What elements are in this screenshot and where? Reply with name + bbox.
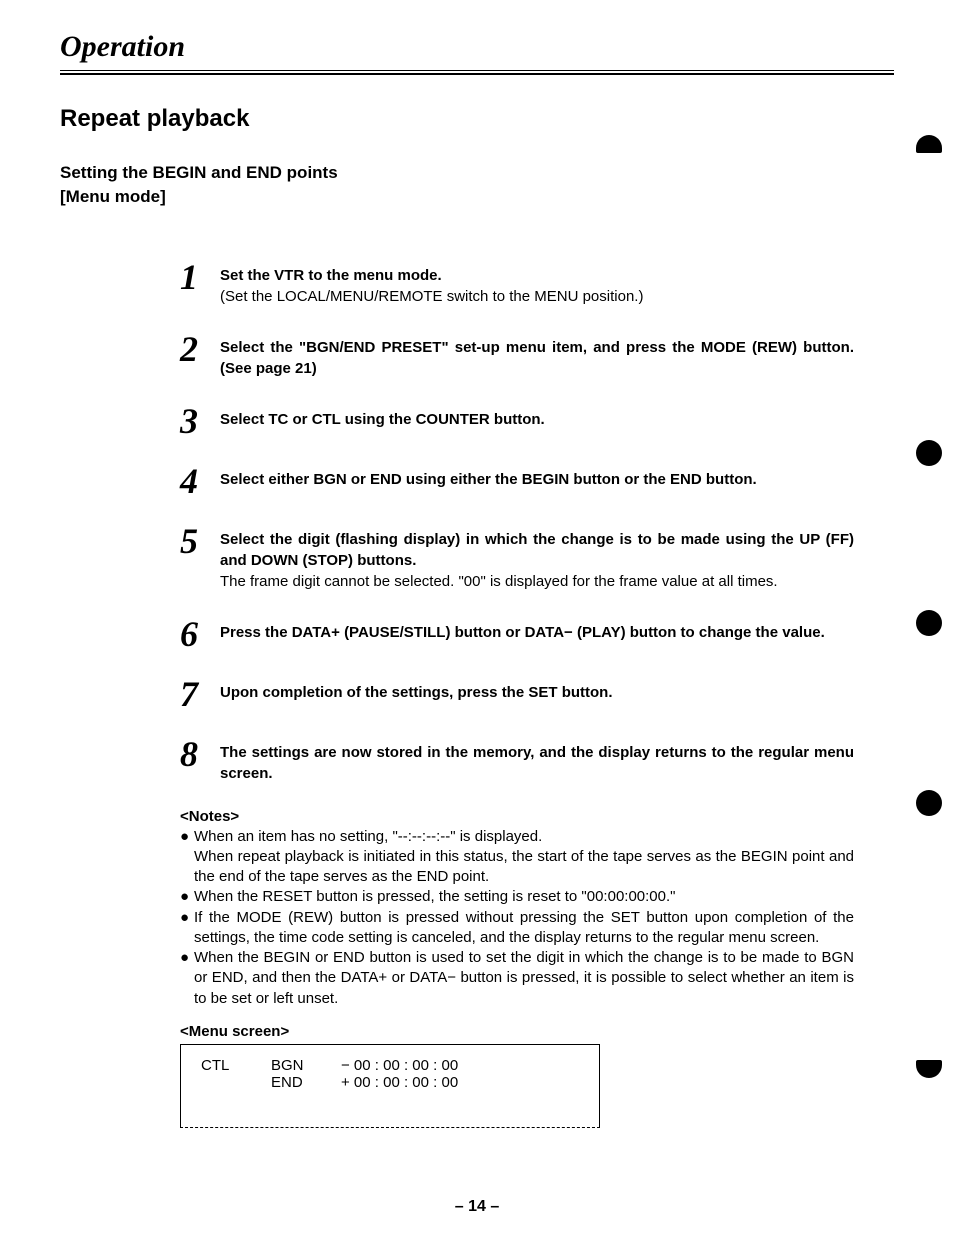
menu-cell: + 00 : 00 : 00 : 00 — [341, 1074, 579, 1091]
note-text: When an item has no setting, "--:--:--:-… — [194, 828, 542, 845]
step-number: 5 — [180, 523, 220, 559]
note-text: When the BEGIN or END button is used to … — [194, 949, 854, 1007]
subsubsection-line1: Setting the BEGIN and END points — [60, 163, 338, 182]
menu-row: END + 00 : 00 : 00 : 00 — [201, 1074, 579, 1091]
step-bold-text: Select the "BGN/END PRESET" set-up menu … — [220, 339, 854, 377]
step-item: 8 The settings are now stored in the mem… — [180, 736, 854, 784]
step-item: 3 Select TC or CTL using the COUNTER but… — [180, 403, 854, 439]
binder-hole-icon — [916, 440, 942, 466]
step-bold-text: Upon completion of the settings, press t… — [220, 684, 613, 701]
note-text: If the MODE (REW) button is pressed with… — [194, 909, 854, 946]
notes-heading: <Notes> — [180, 808, 854, 825]
bullet-icon: ● — [180, 827, 194, 847]
steps-list: 1 Set the VTR to the menu mode. (Set the… — [180, 259, 854, 784]
step-number: 3 — [180, 403, 220, 439]
section-title: Operation — [60, 30, 894, 64]
step-number: 6 — [180, 616, 220, 652]
binder-hole-icon — [916, 1060, 942, 1078]
bullet-icon: ● — [180, 908, 194, 928]
binder-hole-icon — [916, 790, 942, 816]
subsection-title: Repeat playback — [60, 105, 894, 133]
note-text: When the RESET button is pressed, the se… — [194, 888, 675, 905]
divider — [60, 70, 894, 75]
step-item: 2 Select the "BGN/END PRESET" set-up men… — [180, 331, 854, 379]
subsubsection-line2: [Menu mode] — [60, 187, 166, 206]
step-item: 4 Select either BGN or END using either … — [180, 463, 854, 499]
binder-hole-icon — [916, 135, 942, 153]
note-item: ● When an item has no setting, "--:--:--… — [180, 827, 854, 888]
step-number: 7 — [180, 676, 220, 712]
step-bold-text: Set the VTR to the menu mode. — [220, 267, 442, 284]
note-item: ● When the BEGIN or END button is used t… — [180, 948, 854, 1009]
step-item: 7 Upon completion of the settings, press… — [180, 676, 854, 712]
page-number: – 14 – — [60, 1198, 894, 1216]
menu-cell: CTL — [201, 1057, 271, 1074]
notes-block: <Notes> ● When an item has no setting, "… — [180, 808, 854, 1009]
step-bold-text: The settings are now stored in the memor… — [220, 744, 854, 782]
step-number: 4 — [180, 463, 220, 499]
menu-cell: END — [271, 1074, 341, 1091]
menu-cell: BGN — [271, 1057, 341, 1074]
menu-cell — [201, 1074, 271, 1091]
step-plain-text: (Set the LOCAL/MENU/REMOTE switch to the… — [220, 288, 643, 305]
step-item: 1 Set the VTR to the menu mode. (Set the… — [180, 259, 854, 307]
bullet-icon: ● — [180, 948, 194, 968]
step-plain-text: The frame digit cannot be selected. "00"… — [220, 573, 778, 590]
step-bold-text: Select TC or CTL using the COUNTER butto… — [220, 411, 545, 428]
bullet-icon: ● — [180, 887, 194, 907]
step-bold-text: Select either BGN or END using either th… — [220, 471, 757, 488]
menu-row: CTL BGN − 00 : 00 : 00 : 00 — [201, 1057, 579, 1074]
menu-screen-heading: <Menu screen> — [180, 1023, 894, 1040]
step-number: 2 — [180, 331, 220, 367]
subsubsection-title: Setting the BEGIN and END points [Menu m… — [60, 161, 894, 209]
step-item: 5 Select the digit (flashing display) in… — [180, 523, 854, 592]
step-bold-text: Select the digit (flashing display) in w… — [220, 531, 854, 569]
menu-screen-box: CTL BGN − 00 : 00 : 00 : 00 END + 00 : 0… — [180, 1044, 600, 1128]
note-text: When repeat playback is initiated in thi… — [194, 848, 854, 885]
step-bold-text: Press the DATA+ (PAUSE/STILL) button or … — [220, 624, 825, 641]
menu-cell: − 00 : 00 : 00 : 00 — [341, 1057, 579, 1074]
binder-hole-icon — [916, 610, 942, 636]
step-number: 1 — [180, 259, 220, 295]
note-item: ● If the MODE (REW) button is pressed wi… — [180, 908, 854, 949]
step-number: 8 — [180, 736, 220, 772]
step-item: 6 Press the DATA+ (PAUSE/STILL) button o… — [180, 616, 854, 652]
note-item: ● When the RESET button is pressed, the … — [180, 887, 854, 907]
